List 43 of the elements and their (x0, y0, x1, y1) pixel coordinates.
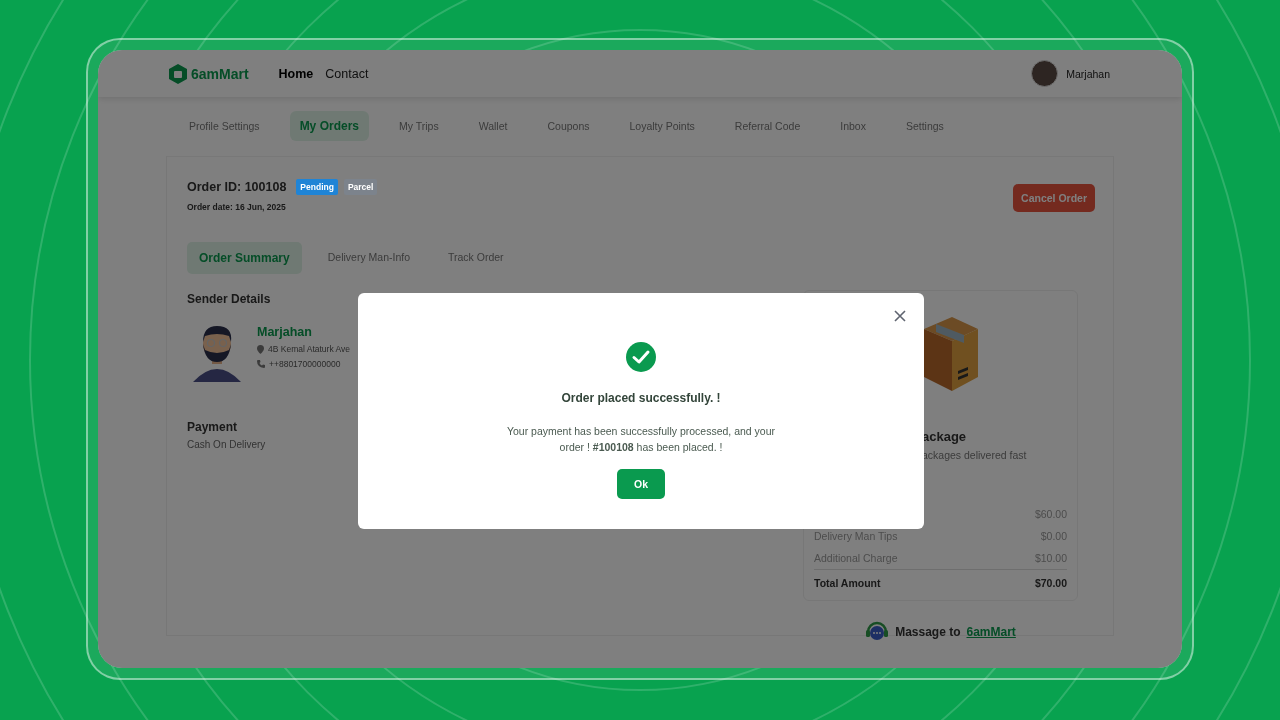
ok-button[interactable]: Ok (617, 469, 665, 499)
status-badge: Parcel (343, 179, 378, 195)
close-icon[interactable] (894, 310, 906, 322)
profile-tab[interactable]: Referral Code (724, 112, 811, 140)
message-link[interactable]: 6amMart (966, 625, 1016, 639)
profile-tab[interactable]: Profile Settings (179, 112, 270, 140)
profile-tab[interactable]: Coupons (537, 112, 600, 140)
status-badge: Pending (296, 179, 338, 195)
profile-tab[interactable]: My Trips (389, 112, 449, 140)
sender-name: Marjahan (257, 325, 313, 339)
hexagon-logo-icon (168, 62, 188, 85)
chat-headset-icon (865, 621, 890, 643)
order-id: Order ID: 100108 (187, 180, 287, 194)
section-heading: Sender Details (187, 292, 271, 306)
sender-phone: ++8801700000000 (269, 359, 341, 369)
sender-address: 4B Kemal Ataturk Ave (268, 344, 351, 354)
package-subtitle: ackages delivered fast (922, 449, 1028, 461)
user-name[interactable]: Marjahan (1066, 67, 1110, 80)
nav-link[interactable]: Contact (325, 66, 369, 81)
dialog-title: Order placed successfully. ! (561, 391, 721, 405)
logo-text[interactable]: 6amMart (191, 65, 249, 82)
avatar-circle[interactable] (1031, 60, 1059, 87)
total-label: Total Amount (814, 577, 881, 589)
section-heading: Payment (187, 420, 238, 434)
dialog-message: Your payment has been successfully processed, and your order ! #100108 has been placed. ! (506, 424, 776, 455)
profile-tab[interactable]: Inbox (830, 112, 876, 140)
phone-icon (257, 360, 265, 368)
order-date: Order date: 16 Jun, 2025 (187, 202, 287, 212)
profile-tab[interactable]: Loyalty Points (619, 112, 705, 140)
location-pin-icon (257, 344, 264, 354)
check-circle-icon (626, 342, 656, 372)
profile-tab[interactable]: Settings (895, 112, 954, 140)
nav-link[interactable]: Home (278, 66, 314, 81)
package-title: ackage (922, 429, 968, 444)
message-text: Massage to (895, 625, 961, 639)
profile-tab[interactable]: Wallet (468, 112, 518, 140)
profile-tab[interactable]: My Orders (289, 111, 369, 141)
order-tab[interactable]: Order Summary (187, 242, 302, 274)
cancel-order-button[interactable]: Cancel Order (1013, 184, 1095, 212)
order-tab[interactable]: Delivery Man-Info (315, 242, 422, 274)
total-value: $70.00 (1034, 577, 1067, 589)
payment-method: Cash On Delivery (187, 439, 266, 450)
order-tab[interactable]: Track Order (436, 242, 516, 274)
